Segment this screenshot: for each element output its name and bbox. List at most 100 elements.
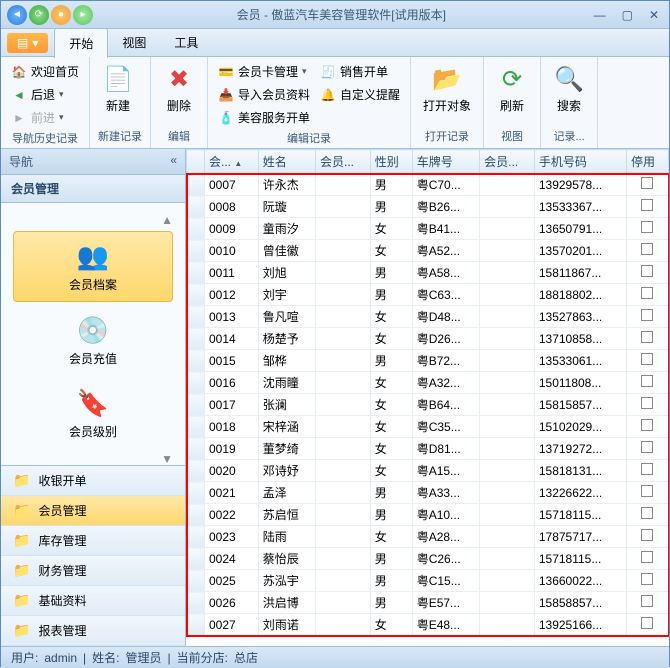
table-row[interactable]: 0018宋梓涵女粤C35...15102029... [187, 416, 669, 438]
table-row[interactable]: 0009童雨汐女粤B41...13650791... [187, 218, 669, 240]
tab-view[interactable]: 视图 [108, 28, 160, 57]
checkbox[interactable] [641, 265, 653, 277]
maximize-button[interactable]: ▢ [618, 6, 637, 24]
sidebar-nav-3[interactable]: 📁财务管理 [1, 556, 185, 586]
home-icon: 🏠 [11, 64, 27, 80]
checkbox[interactable] [641, 397, 653, 409]
checkbox[interactable] [641, 573, 653, 585]
scroll-down-icon[interactable]: ▼ [161, 452, 173, 465]
checkbox[interactable] [641, 551, 653, 563]
card-mgmt-button[interactable]: 💳会员卡管理 [216, 61, 312, 82]
table-row[interactable]: 0019董梦绮女粤D81...13719272... [187, 438, 669, 460]
collapse-icon[interactable]: « [170, 153, 177, 170]
table-row[interactable]: 0022苏启恒男粤A10...15718115... [187, 504, 669, 526]
statusbar: 用户: admin| 姓名: 管理员| 当前分店: 总店 [1, 646, 669, 668]
table-row[interactable]: 0011刘旭男粤A58...15811867... [187, 262, 669, 284]
table-row[interactable]: 0016沈雨瞳女粤A32...15011808... [187, 372, 669, 394]
table-row[interactable]: 0023陆雨女粤A28...17875717... [187, 526, 669, 548]
close-button[interactable]: ✕ [645, 6, 663, 24]
sidebar-item-recharge[interactable]: 💿会员充值 [13, 306, 173, 375]
col-header-0[interactable]: 会... ▲ [205, 150, 259, 174]
table-row[interactable]: 0012刘宇男粤C63...18818802... [187, 284, 669, 306]
search-icon: 🔍 [553, 63, 585, 95]
open-icon: 📂 [431, 63, 463, 95]
app-menu-button[interactable]: ▤▾ [7, 33, 48, 53]
checkbox[interactable] [641, 331, 653, 343]
table-row[interactable]: 0026洪启博男粤E57...15858857... [187, 592, 669, 614]
table-row[interactable]: 0013鲁凡喧女粤D48...13527863... [187, 306, 669, 328]
checkbox[interactable] [641, 309, 653, 321]
minimize-button[interactable]: — [590, 6, 610, 24]
col-header-5[interactable]: 会员... [480, 150, 535, 174]
ribbon: 🏠欢迎首页 ◄后退 ►前进 导航历史记录 📄新建 新建记录 ✖删除 编辑 💳会员… [1, 57, 669, 149]
checkbox[interactable] [641, 463, 653, 475]
tab-tools[interactable]: 工具 [160, 28, 212, 57]
ribbon-editrec-label: 编辑记录 [216, 128, 402, 146]
table-row[interactable]: 0024蔡怡辰男粤C26...15718115... [187, 548, 669, 570]
checkbox[interactable] [641, 507, 653, 519]
refresh-button[interactable]: ⟳刷新 [492, 61, 532, 116]
new-button[interactable]: 📄新建 [98, 61, 138, 116]
table-row[interactable]: 0014杨楚予女粤D26...13710858... [187, 328, 669, 350]
checkbox[interactable] [641, 287, 653, 299]
checkbox[interactable] [641, 199, 653, 211]
col-header-4[interactable]: 车牌号 [412, 150, 479, 174]
back-button[interactable]: ◄后退 [9, 84, 81, 105]
beauty-button[interactable]: 🧴美容服务开单 [216, 107, 312, 128]
table-row[interactable]: 0027刘雨诺女粤E48...13925166... [187, 614, 669, 636]
search-button[interactable]: 🔍搜索 [549, 61, 589, 116]
open-button[interactable]: 📂打开对象 [419, 61, 475, 116]
level-icon: 🔖 [77, 387, 109, 419]
col-header-6[interactable]: 手机号码 [534, 150, 626, 174]
checkbox[interactable] [641, 485, 653, 497]
col-header-3[interactable]: 性别 [370, 150, 412, 174]
checkbox[interactable] [641, 177, 653, 189]
remind-button[interactable]: 🔔自定义提醒 [318, 84, 402, 105]
checkbox[interactable] [641, 441, 653, 453]
table-row[interactable]: 0010曾佳徽女粤A52...13570201... [187, 240, 669, 262]
sidebar-nav-5[interactable]: 📁报表管理 [1, 616, 185, 646]
ribbon-view-label: 视图 [492, 126, 532, 144]
scroll-up-icon[interactable]: ▲ [161, 213, 173, 227]
col-header-1[interactable]: 姓名 [258, 150, 315, 174]
checkbox[interactable] [641, 529, 653, 541]
checkbox[interactable] [641, 617, 653, 629]
delete-icon: ✖ [163, 63, 195, 95]
checkbox[interactable] [641, 375, 653, 387]
sidebar-nav-4[interactable]: 📁基础资料 [1, 586, 185, 616]
import-button[interactable]: 📥导入会员资料 [216, 84, 312, 105]
sidebar-nav-2[interactable]: 📁库存管理 [1, 526, 185, 556]
forward-button[interactable]: ►前进 [9, 107, 81, 128]
delete-button[interactable]: ✖删除 [159, 61, 199, 116]
table-row[interactable]: 0017张澜女粤B64...15815857... [187, 394, 669, 416]
welcome-button[interactable]: 🏠欢迎首页 [9, 61, 81, 82]
col-header-7[interactable]: 停用 [626, 150, 668, 174]
table-row[interactable]: 0020邓诗妤女粤A15...15818131... [187, 460, 669, 482]
table-row[interactable]: 0015邹桦男粤B72...13533061... [187, 350, 669, 372]
checkbox[interactable] [641, 419, 653, 431]
sidebar-nav-1[interactable]: 📁会员管理 [1, 496, 185, 526]
sidebar-item-member-archive[interactable]: 👥会员档案 [13, 231, 173, 302]
table-row[interactable]: 0007许永杰男粤C70...13929578... [187, 174, 669, 196]
checkbox[interactable] [641, 595, 653, 607]
sidebar-nav-0[interactable]: 📁收银开单 [1, 466, 185, 496]
nav-forward-icon[interactable]: ▸ [73, 5, 93, 25]
data-grid[interactable]: 会... ▲姓名会员...性别车牌号会员...手机号码停用0007许永杰男粤C7… [186, 149, 669, 646]
table-row[interactable]: 0025苏泓宇男粤C15...13660022... [187, 570, 669, 592]
checkbox[interactable] [641, 243, 653, 255]
ribbon-open-label: 打开记录 [419, 126, 475, 144]
tab-start[interactable]: 开始 [54, 28, 108, 58]
checkbox[interactable] [641, 221, 653, 233]
checkbox[interactable] [641, 353, 653, 365]
ribbon-new-label: 新建记录 [98, 126, 142, 144]
nav-back-icon[interactable]: ◄ [7, 5, 27, 25]
sale-icon: 🧾 [320, 64, 336, 80]
nav-home-icon[interactable]: ● [51, 5, 71, 25]
col-header-2[interactable]: 会员... [316, 150, 371, 174]
sidebar-item-level[interactable]: 🔖会员级别 [13, 379, 173, 448]
nav-refresh-icon[interactable]: ⟳ [29, 5, 49, 25]
table-row[interactable]: 0021孟泽男粤A33...13226622... [187, 482, 669, 504]
table-row[interactable]: 0008阮璇男粤B26...13533367... [187, 196, 669, 218]
import-icon: 📥 [218, 87, 234, 103]
sale-button[interactable]: 🧾销售开单 [318, 61, 402, 82]
